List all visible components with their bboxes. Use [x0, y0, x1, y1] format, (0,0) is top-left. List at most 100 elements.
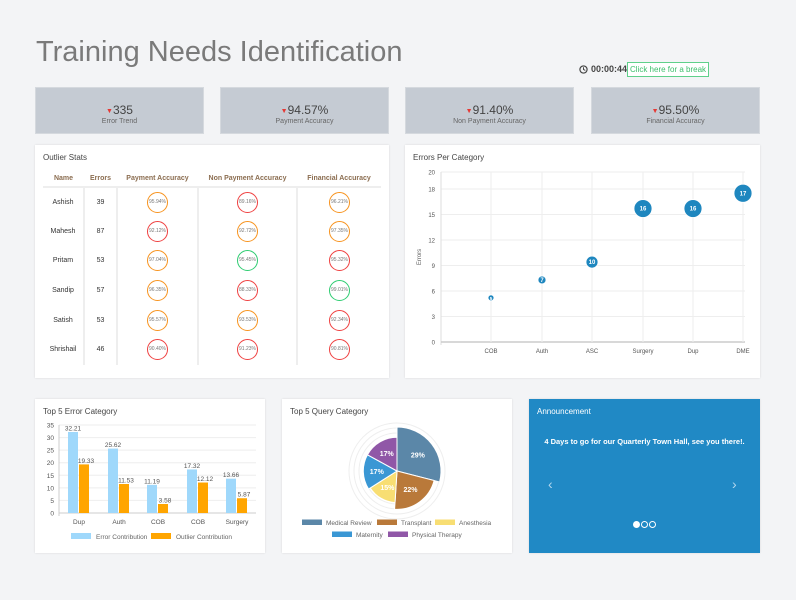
errors-per-category-panel: Errors Per Category 0 3 6 9 12 15 18 20 Errors CO…: [405, 145, 760, 378]
accuracy-cell: 88.33%: [198, 275, 298, 306]
x-tick-label: Surgery: [226, 519, 250, 526]
errors-scatter-chart: 036912151820ErrorsCOB5Auth7ASC10Surgery1…: [417, 171, 753, 355]
y-tick-label: 10: [47, 485, 55, 492]
accuracy-gauge: 95.45%: [237, 250, 258, 272]
x-tick-label: Dup: [73, 519, 85, 526]
y-tick-label: 30: [47, 435, 55, 442]
carousel-dot[interactable]: [649, 521, 656, 528]
name-cell: Sandip: [43, 275, 85, 306]
accuracy-gauge: 95.57%: [147, 309, 168, 331]
kpi-error-trend: ▼335 Error Trend: [35, 87, 204, 134]
data-label: 11.53: [118, 478, 134, 485]
y-tick-label: 9: [432, 264, 436, 270]
column-header: Name: [43, 171, 84, 188]
outlier-stats-panel: Outlier Stats Name Errors Payment Accura…: [35, 145, 389, 378]
kpi-non-payment-accuracy: ▼91.40% Non Payment Accuracy: [405, 87, 574, 134]
accuracy-gauge: 89.16%: [237, 191, 258, 213]
column-header: Payment Accuracy: [117, 171, 198, 188]
bubble-label: 16: [690, 207, 697, 213]
legend-swatch: [377, 519, 397, 525]
accuracy-gauge: 99.01%: [329, 280, 350, 302]
x-tick-label: Auth: [536, 349, 548, 355]
carousel-dot[interactable]: [633, 521, 640, 528]
accuracy-gauge: 97.04%: [147, 250, 168, 272]
accuracy-gauge: 95.94%: [147, 191, 168, 213]
accuracy-cell: 90.81%: [297, 335, 381, 365]
x-tick-label: Surgery: [632, 349, 653, 355]
table-row: Ashish 39 95.94% 89.16% 96.21%: [43, 187, 381, 217]
accuracy-cell: 95.32%: [297, 246, 381, 276]
down-arrow-icon: ▼: [465, 108, 473, 115]
accuracy-cell: 90.40%: [117, 334, 199, 365]
down-arrow-icon: ▼: [651, 108, 659, 115]
session-timer: 00:00:44: [579, 64, 627, 74]
accuracy-gauge: 90.40%: [147, 339, 168, 361]
accuracy-cell: 93.53%: [198, 305, 298, 335]
accuracy-cell: 97.04%: [117, 246, 199, 276]
kpi-value: 91.40%: [472, 103, 514, 117]
legend-label: Outlier Contribution: [176, 534, 232, 541]
announcement-panel: Announcement 4 Days to go for our Quarte…: [529, 399, 760, 553]
accuracy-cell: 92.34%: [297, 305, 381, 335]
accuracy-cell: 89.16%: [198, 187, 298, 217]
slice-label: 15%: [380, 485, 395, 492]
accuracy-gauge: 90.81%: [329, 339, 350, 361]
kpi-value: 95.50%: [658, 103, 700, 117]
bar: [68, 432, 78, 513]
x-tick-label: COB: [191, 519, 205, 526]
y-axis-label: Errors: [417, 249, 423, 265]
clock-icon: [579, 64, 588, 74]
accuracy-cell: 96.35%: [117, 275, 199, 306]
y-tick-label: 6: [432, 290, 436, 296]
y-tick-label: 0: [50, 511, 54, 518]
bubble-label: 17: [740, 191, 747, 197]
accuracy-gauge: 92.34%: [329, 309, 350, 331]
y-tick-label: 15: [428, 213, 435, 219]
panel-title: Announcement: [537, 407, 591, 416]
kpi-financial-accuracy: ▼95.50% Financial Accuracy: [591, 87, 760, 134]
legend-label: Medical Review: [326, 520, 372, 527]
errors-cell: 57: [84, 275, 118, 306]
column-header: Non Payment Accuracy: [198, 171, 297, 188]
bar: [147, 484, 157, 513]
name-cell: Pritam: [43, 246, 85, 276]
x-tick-label: Auth: [112, 519, 126, 526]
accuracy-cell: 95.94%: [117, 187, 199, 217]
break-button[interactable]: Click here for a break: [627, 62, 709, 77]
bar: [237, 498, 247, 513]
bar: [198, 482, 208, 513]
bar: [79, 464, 89, 513]
carousel-dot[interactable]: [641, 521, 648, 528]
accuracy-cell: 99.01%: [297, 276, 381, 306]
carousel-prev-icon[interactable]: ‹: [548, 476, 553, 492]
accuracy-gauge: 95.32%: [329, 250, 350, 272]
accuracy-cell: 97.35%: [297, 217, 381, 247]
y-tick-label: 3: [432, 315, 436, 321]
data-label: 17.32: [184, 463, 201, 470]
data-label: 32.21: [65, 426, 82, 433]
x-tick-label: COB: [484, 349, 497, 355]
legend-label: Error Contribution: [96, 534, 148, 541]
accuracy-gauge: 96.21%: [329, 191, 350, 213]
errors-cell: 87: [84, 216, 118, 247]
accuracy-gauge: 88.33%: [237, 280, 258, 302]
bar: [108, 448, 118, 513]
table-row: Mahesh 87 92.12% 92.72% 97.35%: [43, 216, 381, 247]
kpi-value: 94.57%: [287, 103, 329, 117]
y-tick-label: 20: [428, 171, 435, 177]
accuracy-gauge: 97.35%: [329, 220, 350, 242]
legend-label: Anesthesia: [459, 520, 492, 527]
y-tick-label: 25: [47, 448, 55, 455]
accuracy-gauge: 93.53%: [237, 309, 258, 331]
error-bar-chart: 0 5 10 15 20 25 30 35 Dup 32.21 19.33 Auth 25.62 11.5…: [47, 423, 256, 541]
errors-cell: 53: [84, 246, 118, 276]
outlier-table: Name Errors Payment Accuracy Non Payment…: [43, 171, 381, 365]
name-cell: Shrishail: [43, 334, 85, 365]
bubble-label: 16: [640, 207, 647, 213]
carousel-next-icon[interactable]: ›: [732, 476, 737, 492]
slice-label: 22%: [404, 487, 419, 494]
accuracy-cell: 96.21%: [297, 187, 381, 217]
slice-label: 17%: [380, 451, 395, 458]
data-label: 19.33: [78, 458, 95, 465]
legend-label: Physical Therapy: [412, 532, 462, 539]
